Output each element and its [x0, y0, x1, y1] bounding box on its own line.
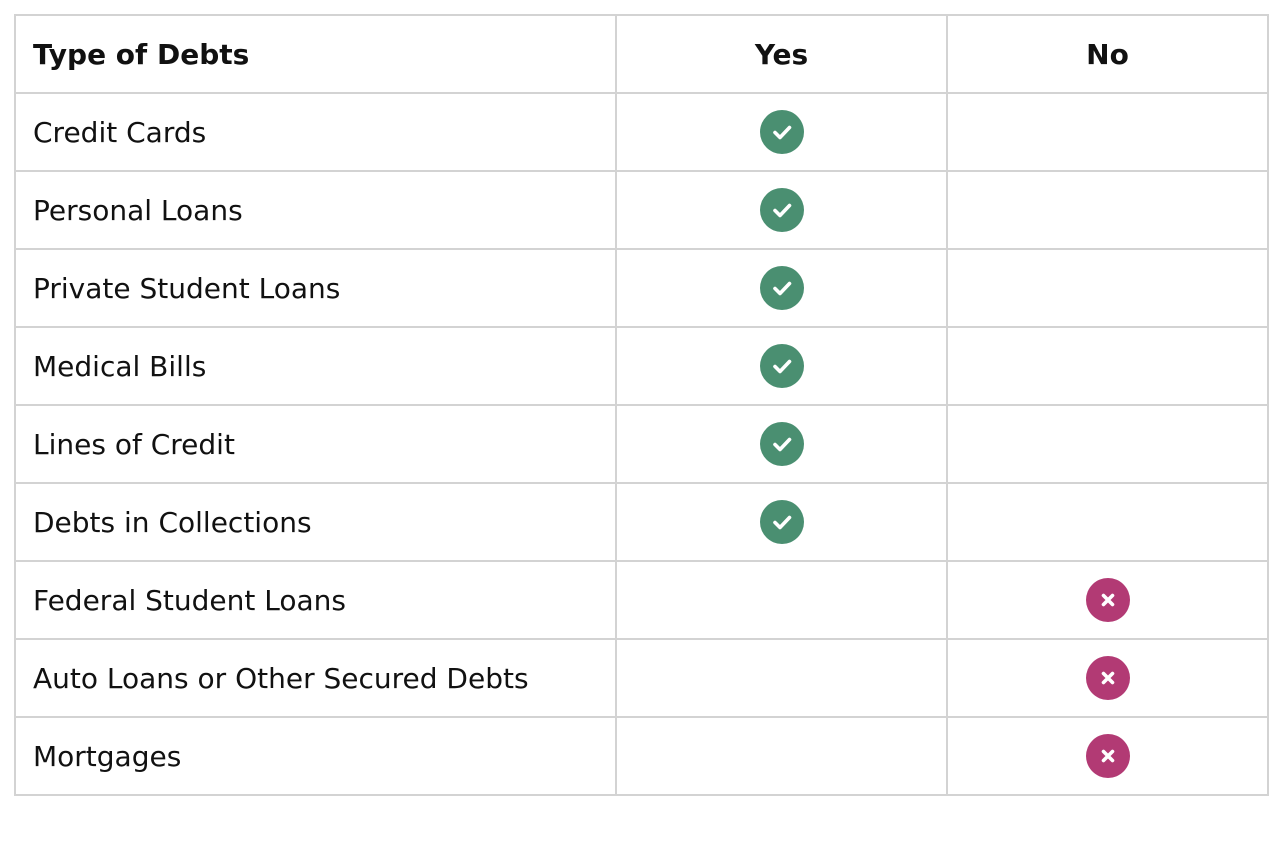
debt-type-label: Credit Cards	[14, 92, 617, 172]
yes-cell	[615, 326, 948, 406]
table-row: Personal Loans	[14, 170, 1269, 250]
no-cell	[946, 716, 1269, 796]
no-cell	[946, 404, 1269, 484]
check-circle-icon	[759, 266, 804, 310]
debt-type-label: Lines of Credit	[14, 404, 617, 484]
table-row: Credit Cards	[14, 92, 1269, 172]
debt-type-label: Federal Student Loans	[14, 560, 617, 640]
check-circle-icon	[759, 500, 804, 544]
yes-cell	[615, 170, 948, 250]
no-cell	[946, 560, 1269, 640]
yes-cell	[615, 92, 948, 172]
header-yes: Yes	[615, 14, 948, 94]
no-cell	[946, 326, 1269, 406]
yes-cell	[615, 248, 948, 328]
no-cell	[946, 638, 1269, 718]
debt-type-label: Mortgages	[14, 716, 617, 796]
debt-type-label: Personal Loans	[14, 170, 617, 250]
check-circle-icon	[759, 110, 804, 154]
debt-type-label: Auto Loans or Other Secured Debts	[14, 638, 617, 718]
no-cell	[946, 482, 1269, 562]
table-row: Auto Loans or Other Secured Debts	[14, 638, 1269, 718]
check-circle-icon	[759, 422, 804, 466]
no-cell	[946, 92, 1269, 172]
x-circle-icon	[1085, 656, 1130, 700]
table-body: Credit Cards Personal Loans Private Stud…	[14, 92, 1269, 796]
debt-type-label: Medical Bills	[14, 326, 617, 406]
debt-types-table: Type of Debts Yes No Credit Cards Person…	[14, 14, 1269, 796]
table-row: Lines of Credit	[14, 404, 1269, 484]
yes-cell	[615, 482, 948, 562]
table-row: Debts in Collections	[14, 482, 1269, 562]
table-row: Medical Bills	[14, 326, 1269, 406]
no-cell	[946, 170, 1269, 250]
table-header: Type of Debts Yes No	[14, 14, 1269, 94]
x-circle-icon	[1085, 578, 1130, 622]
debt-type-label: Private Student Loans	[14, 248, 617, 328]
check-circle-icon	[759, 344, 804, 388]
x-circle-icon	[1085, 734, 1130, 778]
no-cell	[946, 248, 1269, 328]
yes-cell	[615, 638, 948, 718]
header-row: Type of Debts Yes No	[14, 14, 1269, 94]
yes-cell	[615, 716, 948, 796]
table-row: Private Student Loans	[14, 248, 1269, 328]
debt-type-label: Debts in Collections	[14, 482, 617, 562]
check-circle-icon	[759, 188, 804, 232]
header-no: No	[946, 14, 1269, 94]
header-type-of-debts: Type of Debts	[14, 14, 617, 94]
table-row: Federal Student Loans	[14, 560, 1269, 640]
table-row: Mortgages	[14, 716, 1269, 796]
yes-cell	[615, 560, 948, 640]
yes-cell	[615, 404, 948, 484]
